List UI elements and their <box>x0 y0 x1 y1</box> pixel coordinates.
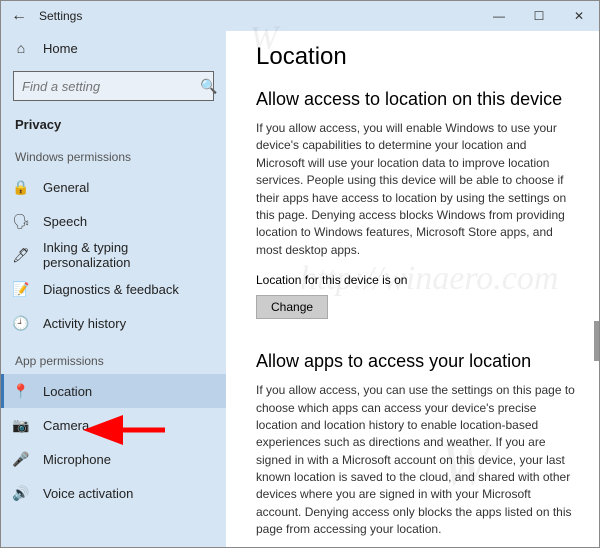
home-icon: ⌂ <box>13 40 29 56</box>
window-title: Settings <box>37 9 479 23</box>
sidebar-item-activity-history[interactable]: 🕘 Activity history <box>1 306 226 340</box>
sidebar-item-label: Home <box>43 41 78 56</box>
sidebar-group-windows-permissions: Windows permissions <box>1 136 226 170</box>
page-title: Location <box>256 43 575 71</box>
titlebar: ← Settings — ☐ ✕ <box>1 1 599 31</box>
search-box[interactable]: 🔍 <box>13 71 214 101</box>
sidebar-item-microphone[interactable]: 🎤 Microphone <box>1 442 226 476</box>
sidebar-item-label: Activity history <box>43 316 126 331</box>
sidebar-item-label: Microphone <box>43 452 111 467</box>
sidebar-group-app-permissions: App permissions <box>1 340 226 374</box>
search-icon: 🔍 <box>200 78 217 95</box>
scrollbar-thumb[interactable] <box>594 321 599 361</box>
maximize-button[interactable]: ☐ <box>519 1 559 31</box>
sidebar-item-speech[interactable]: 🗣 Speech <box>1 204 226 238</box>
section-title-device-access: Allow access to location on this device <box>256 89 575 110</box>
device-location-status: Location for this device is on <box>256 273 575 287</box>
feedback-icon: 📝 <box>13 281 29 297</box>
section-title-app-access: Allow apps to access your location <box>256 351 575 372</box>
microphone-icon: 🎤 <box>13 451 29 467</box>
back-button[interactable]: ← <box>1 7 37 25</box>
camera-icon: 📷 <box>13 417 29 433</box>
section-body-app-access: If you allow access, you can use the set… <box>256 382 575 539</box>
section-body-device-access: If you allow access, you will enable Win… <box>256 120 575 259</box>
sidebar-item-inking[interactable]: 🖊 Inking & typing personalization <box>1 238 226 272</box>
sidebar-item-location[interactable]: 📍 Location <box>1 374 226 408</box>
sidebar-item-label: Voice activation <box>43 486 133 501</box>
sidebar-item-diagnostics[interactable]: 📝 Diagnostics & feedback <box>1 272 226 306</box>
speech-icon: 🗣 <box>13 213 29 229</box>
change-button[interactable]: Change <box>256 295 328 319</box>
content-pane: Location Allow access to location on thi… <box>226 31 599 547</box>
history-icon: 🕘 <box>13 315 29 331</box>
close-button[interactable]: ✕ <box>559 1 599 31</box>
sidebar-item-label: Location <box>43 384 92 399</box>
pen-icon: 🖊 <box>13 247 29 263</box>
sidebar-item-general[interactable]: 🔒 General <box>1 170 226 204</box>
lock-icon: 🔒 <box>13 179 29 195</box>
location-icon: 📍 <box>13 383 29 399</box>
sidebar-item-label: Inking & typing personalization <box>43 240 214 270</box>
sidebar-item-voice-activation[interactable]: 🔊 Voice activation <box>1 476 226 510</box>
voice-icon: 🔊 <box>13 485 29 501</box>
sidebar-section-title: Privacy <box>1 111 226 136</box>
sidebar-item-home[interactable]: ⌂ Home <box>1 31 226 65</box>
sidebar: ⌂ Home 🔍 Privacy Windows permissions 🔒 G… <box>1 31 226 547</box>
sidebar-item-label: Diagnostics & feedback <box>43 282 179 297</box>
sidebar-item-camera[interactable]: 📷 Camera <box>1 408 226 442</box>
sidebar-item-label: General <box>43 180 89 195</box>
sidebar-item-label: Camera <box>43 418 89 433</box>
minimize-button[interactable]: — <box>479 1 519 31</box>
sidebar-item-label: Speech <box>43 214 87 229</box>
search-input[interactable] <box>22 79 200 94</box>
